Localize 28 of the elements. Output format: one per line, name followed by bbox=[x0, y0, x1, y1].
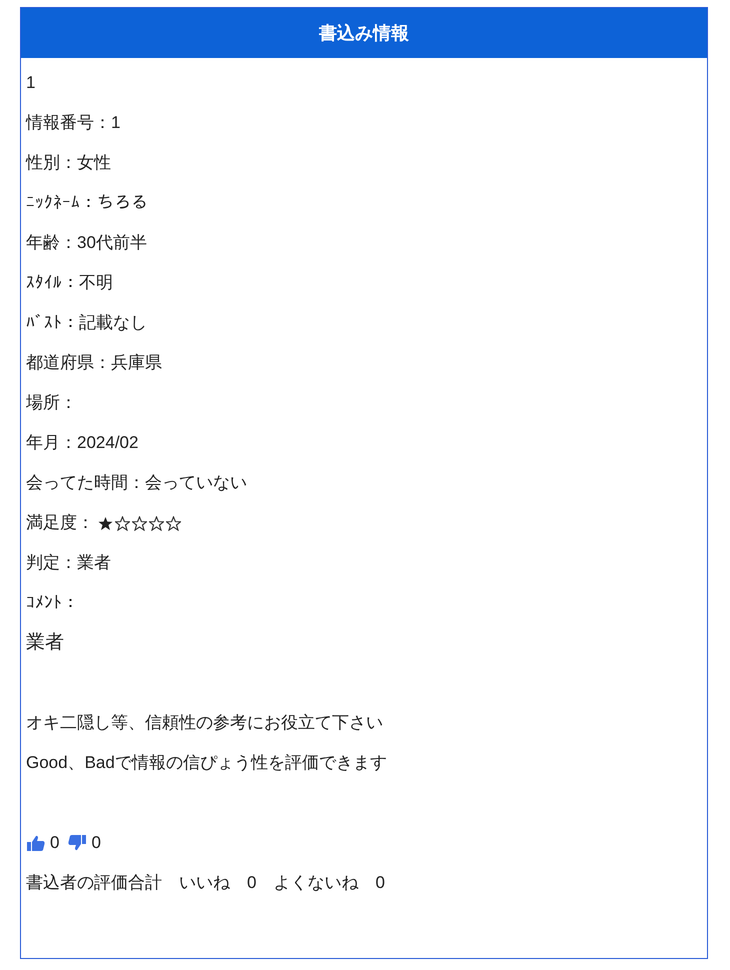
rating-summary: 書込者の評価合計 いいね 0 よくないね 0 bbox=[26, 872, 386, 894]
field-text: ｽﾀｲﾙ：不明 bbox=[26, 272, 114, 294]
star-icon bbox=[98, 516, 113, 530]
field-text: 場所： bbox=[26, 392, 78, 414]
field-text: 性別：女性 bbox=[26, 152, 112, 174]
thumbs-up-icon[interactable] bbox=[26, 834, 46, 852]
star-icon bbox=[132, 516, 147, 530]
field-text: 都道府県：兵庫県 bbox=[26, 352, 163, 374]
star-icon bbox=[149, 516, 164, 530]
field-text: 年齢：30代前半 bbox=[26, 232, 148, 254]
good-count: 0 bbox=[50, 832, 60, 854]
star-icon bbox=[166, 516, 181, 530]
note-text: Good、Badで情報の信ぴょう性を評価できます bbox=[26, 752, 388, 774]
field-text: ﾊﾞｽﾄ：記載なし bbox=[26, 312, 148, 334]
field-text: ｺﾒﾝﾄ： bbox=[26, 592, 80, 614]
entry-number: 1 bbox=[26, 72, 36, 94]
bad-count: 0 bbox=[91, 832, 101, 854]
field-text: 判定：業者 bbox=[26, 552, 112, 574]
field-label: 満足度： bbox=[26, 512, 94, 534]
comment-text: 業者 bbox=[26, 631, 65, 655]
note-text: オキ二隠し等、信頼性の参考にお役立て下さい bbox=[26, 712, 384, 734]
field-text: 年月：2024/02 bbox=[26, 432, 140, 454]
field-text: 会ってた時間：会っていない bbox=[26, 472, 248, 494]
thumbs-down-icon[interactable] bbox=[67, 834, 88, 852]
star-icon bbox=[115, 516, 130, 530]
panel-header: 書込み情報 bbox=[21, 8, 707, 58]
field-text: ﾆｯｸﾈｰﾑ：ちろる bbox=[26, 192, 149, 214]
field-text: 情報番号：1 bbox=[26, 112, 122, 134]
